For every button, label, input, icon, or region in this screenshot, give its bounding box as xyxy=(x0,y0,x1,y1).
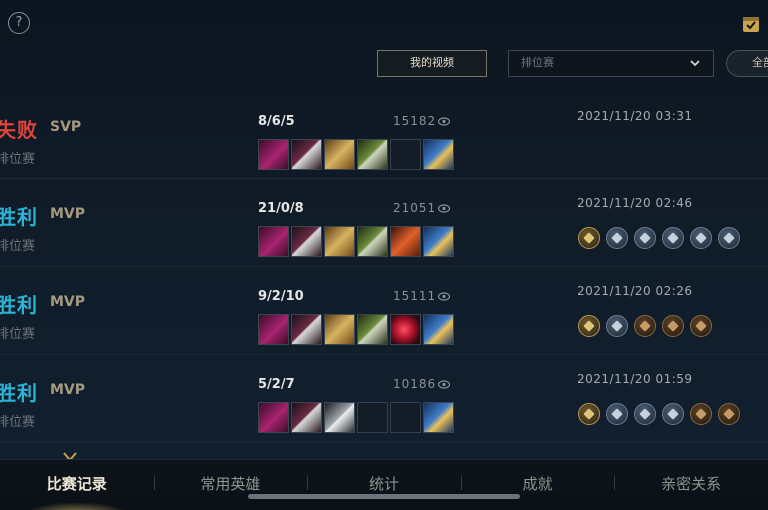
match-row[interactable]: 胜利 MVP 排位赛 9/2/10 15111 2021/11/20 02:26 xyxy=(0,267,768,355)
bronze-medal-icon[interactable] xyxy=(662,315,684,337)
item-build xyxy=(258,226,454,257)
match-row[interactable]: 胜利 MVP 排位赛 21/0/8 21051 2021/11/20 02:46 xyxy=(0,179,768,267)
match-timestamp: 2021/11/20 03:31 xyxy=(577,109,693,123)
eye-score-icon xyxy=(438,292,451,301)
kda-stat: 5/2/7 xyxy=(258,377,295,392)
silver-medal-icon[interactable] xyxy=(718,227,740,249)
empty-item-slot xyxy=(357,402,388,433)
blade-item-icon[interactable] xyxy=(357,139,388,170)
winged-armor-item-icon[interactable] xyxy=(324,314,355,345)
match-result: 胜利 xyxy=(0,381,38,405)
dagger-item-icon[interactable] xyxy=(291,139,322,170)
score-number: 21051 xyxy=(393,201,437,215)
boots-item-icon[interactable] xyxy=(423,314,454,345)
gold-medal-icon[interactable] xyxy=(578,315,600,337)
eye-score-icon xyxy=(438,117,451,126)
silver-medal-icon[interactable] xyxy=(606,227,628,249)
tab-favorite-heroes[interactable]: 常用英雄 xyxy=(153,460,308,510)
bronze-medal-icon[interactable] xyxy=(718,403,740,425)
score-number: 15111 xyxy=(393,289,437,303)
score-number: 15182 xyxy=(393,114,437,128)
match-history-list: 失败 SVP 排位赛 8/6/5 15182 2021/11/20 03:31 胜利 MVP… xyxy=(0,92,768,443)
blade-item-icon[interactable] xyxy=(357,314,388,345)
match-row[interactable]: 胜利 MVP 排位赛 5/2/7 10186 2021/11/20 01:59 xyxy=(0,355,768,443)
magenta-item-icon[interactable] xyxy=(258,314,289,345)
boots-item-icon[interactable] xyxy=(423,402,454,433)
tab-relationships[interactable]: 亲密关系 xyxy=(614,460,768,510)
kda-stat: 21/0/8 xyxy=(258,201,304,216)
match-mode-label: 排位赛 xyxy=(0,327,36,342)
match-mode-select[interactable]: 排位赛 xyxy=(508,50,714,77)
magenta-item-icon[interactable] xyxy=(258,226,289,257)
match-timestamp: 2021/11/20 02:46 xyxy=(577,196,693,210)
achievement-medals xyxy=(578,227,740,249)
match-mode-label: 排位赛 xyxy=(0,415,36,430)
match-result: 胜利 xyxy=(0,293,38,317)
chevron-down-icon xyxy=(690,60,700,67)
item-build xyxy=(258,314,454,345)
match-row[interactable]: 失败 SVP 排位赛 8/6/5 15182 2021/11/20 03:31 xyxy=(0,92,768,179)
item-build xyxy=(258,402,454,433)
match-timestamp: 2021/11/20 01:59 xyxy=(577,372,693,386)
empty-item-slot xyxy=(390,139,421,170)
kda-stat: 9/2/10 xyxy=(258,289,304,304)
bronze-medal-icon[interactable] xyxy=(634,315,656,337)
magenta-item-icon[interactable] xyxy=(258,139,289,170)
tab-statistics[interactable]: 统计 xyxy=(307,460,461,510)
bronze-medal-icon[interactable] xyxy=(690,315,712,337)
silver-medal-icon[interactable] xyxy=(606,315,628,337)
silver-medal-icon[interactable] xyxy=(662,227,684,249)
performance-badge: MVP xyxy=(50,294,86,310)
gold-medal-icon[interactable] xyxy=(578,227,600,249)
boots-item-icon[interactable] xyxy=(423,139,454,170)
sword-item-icon[interactable] xyxy=(324,402,355,433)
achievement-medals xyxy=(578,403,740,425)
silver-medal-icon[interactable] xyxy=(662,403,684,425)
boots-item-icon[interactable] xyxy=(423,226,454,257)
dagger-item-icon[interactable] xyxy=(291,226,322,257)
kda-stat: 8/6/5 xyxy=(258,114,295,129)
score-number: 10186 xyxy=(393,377,437,391)
silver-medal-icon[interactable] xyxy=(690,227,712,249)
winged-armor-item-icon[interactable] xyxy=(324,226,355,257)
item-build xyxy=(258,139,454,170)
performance-badge: SVP xyxy=(50,119,82,135)
all-filter-button[interactable]: 全部 xyxy=(726,50,768,77)
score-value: 15182 xyxy=(393,114,451,128)
my-videos-button[interactable]: 我的视频 xyxy=(377,50,487,77)
silver-medal-icon[interactable] xyxy=(606,403,628,425)
match-result: 胜利 xyxy=(0,205,38,229)
match-mode-select-value: 排位赛 xyxy=(521,56,554,69)
eye-score-icon xyxy=(438,204,451,213)
silver-medal-icon[interactable] xyxy=(634,403,656,425)
score-value: 10186 xyxy=(393,377,451,391)
calendar-check-icon[interactable] xyxy=(741,14,761,34)
dagger-item-icon[interactable] xyxy=(291,314,322,345)
crimson-orb-item-icon[interactable] xyxy=(390,314,421,345)
winged-armor-item-icon[interactable] xyxy=(324,139,355,170)
match-mode-label: 排位赛 xyxy=(0,152,36,167)
match-mode-label: 排位赛 xyxy=(0,239,36,254)
bottom-tab-bar: 比赛记录 常用英雄 统计 成就 亲密关系 xyxy=(0,459,768,510)
empty-item-slot xyxy=(390,402,421,433)
dagger-item-icon[interactable] xyxy=(291,402,322,433)
eye-score-icon xyxy=(438,380,451,389)
performance-badge: MVP xyxy=(50,206,86,222)
tab-achievements[interactable]: 成就 xyxy=(460,460,615,510)
performance-badge: MVP xyxy=(50,382,86,398)
bronze-medal-icon[interactable] xyxy=(690,403,712,425)
help-button[interactable]: ? xyxy=(8,12,30,34)
score-value: 21051 xyxy=(393,201,451,215)
silver-medal-icon[interactable] xyxy=(634,227,656,249)
achievement-medals xyxy=(578,315,712,337)
tab-match-history[interactable]: 比赛记录 xyxy=(0,460,154,510)
gold-medal-icon[interactable] xyxy=(578,403,600,425)
blade-item-icon[interactable] xyxy=(357,226,388,257)
match-timestamp: 2021/11/20 02:26 xyxy=(577,284,693,298)
flame-item-icon[interactable] xyxy=(390,226,421,257)
home-indicator[interactable] xyxy=(248,494,520,499)
magenta-item-icon[interactable] xyxy=(258,402,289,433)
match-result: 失败 xyxy=(0,118,38,142)
score-value: 15111 xyxy=(393,289,451,303)
